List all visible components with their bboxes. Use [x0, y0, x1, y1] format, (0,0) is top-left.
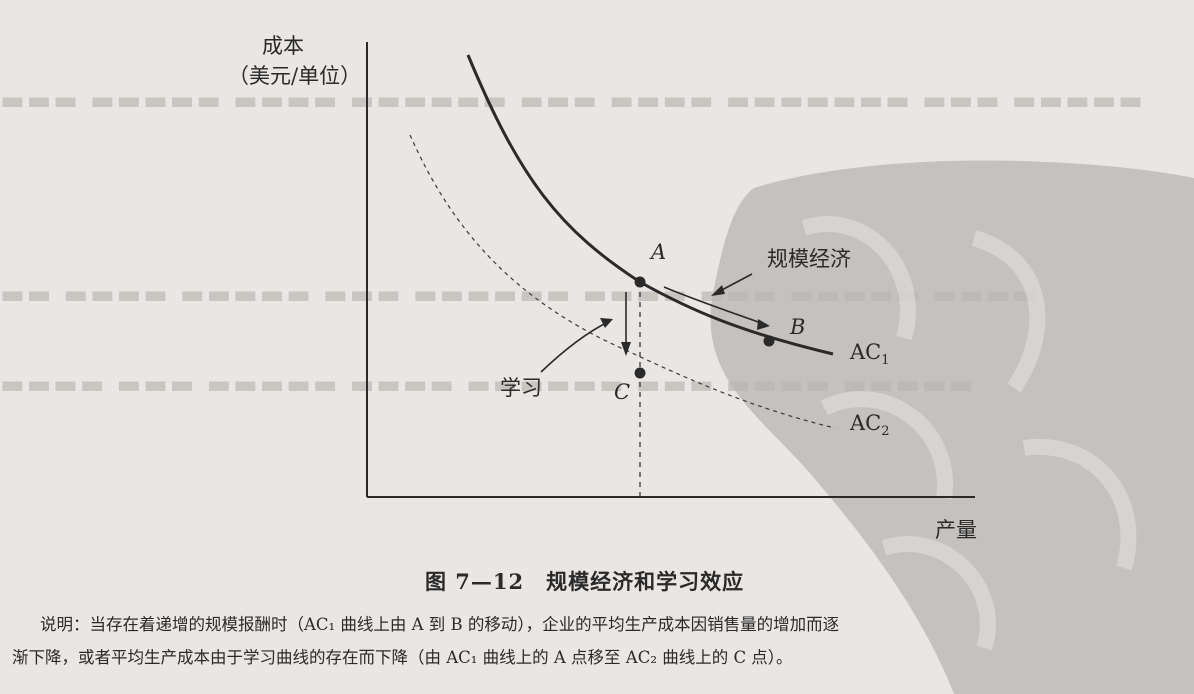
point-a — [634, 276, 646, 288]
learning-pointer — [540, 321, 609, 373]
point-c — [634, 367, 646, 379]
description-line1: 说明：当存在着递增的规模报酬时（AC₁ 曲线上由 A 到 B 的移动），企业的平… — [40, 615, 840, 634]
learning-pointer-head — [600, 318, 613, 328]
y-axis-label-line1: 成本 — [262, 34, 304, 58]
learning-arrowhead — [621, 342, 631, 356]
scale-pointer-head — [711, 285, 725, 296]
x-axis-label: 产量 — [935, 518, 977, 542]
label-c: C — [614, 380, 631, 404]
label-a: A — [651, 240, 667, 264]
label-scale-economies: 规模经济 — [767, 247, 851, 271]
label-ac2-text: AC — [850, 411, 882, 435]
scale-arrowhead — [757, 319, 770, 330]
label-ac2-sub: 2 — [881, 424, 890, 440]
y-axis-label-line2: （美元/单位） — [228, 64, 362, 88]
label-ac1: AC1 — [850, 340, 890, 368]
label-ac1-text: AC — [850, 340, 882, 364]
ac1-curve — [466, 54, 834, 356]
description-line2: 渐下降，或者平均生产成本由于学习曲线的存在而下降（由 AC₁ 曲线上的 A 点移… — [12, 648, 793, 667]
figure-caption: 图 7—12 规模经济和学习效应 — [425, 569, 745, 594]
point-b — [763, 335, 775, 347]
label-ac2: AC2 — [850, 411, 890, 439]
label-learning: 学习 — [500, 376, 542, 400]
label-b: B — [790, 315, 806, 339]
label-ac1-sub: 1 — [881, 353, 890, 369]
